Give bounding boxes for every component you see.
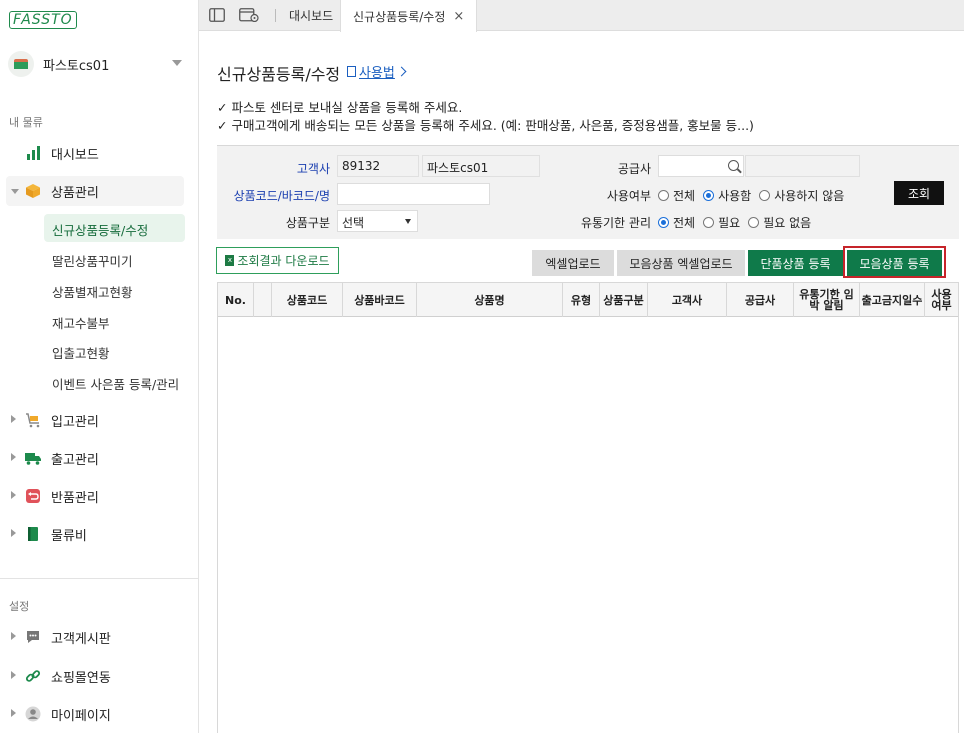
use-radio-unused[interactable]: 사용하지 않음: [759, 187, 844, 204]
chevron-down-icon[interactable]: [172, 60, 182, 66]
supplier-name-field: [745, 155, 860, 177]
link-icon: [25, 670, 41, 682]
bar-chart-icon: [27, 146, 40, 160]
sidebar-item-outbound[interactable]: 출고관리: [0, 443, 198, 473]
store-icon: [8, 51, 34, 77]
account-name: 파스토cs01: [43, 58, 110, 74]
document-icon: [347, 66, 356, 77]
sidebar-item-mall-link[interactable]: 쇼핑몰연동: [0, 661, 198, 691]
supplier-label: 공급사: [617, 162, 651, 176]
chevron-down-icon: [11, 189, 19, 194]
window-settings-icon[interactable]: [239, 8, 259, 22]
sidebar-subitem-linked-product[interactable]: 딸린상품꾸미기: [44, 245, 141, 273]
chevron-right-icon: [11, 529, 16, 537]
expiry-radio-required[interactable]: 필요: [703, 214, 740, 231]
expiry-radio-not-required[interactable]: 필요 없음: [748, 214, 811, 231]
section-label-settings: 설정: [9, 600, 30, 613]
col-product-code[interactable]: 상품코드: [272, 283, 343, 317]
col-ship-ban-days[interactable]: 출고금지일수: [860, 283, 925, 317]
expiry-radio-all[interactable]: 전체: [658, 214, 695, 231]
single-product-register-button[interactable]: 단품상품 등록: [748, 250, 843, 276]
account-selector[interactable]: 파스토cs01: [8, 50, 188, 78]
box-icon: [26, 184, 40, 198]
sidebar-item-board[interactable]: 고객게시판: [0, 622, 198, 652]
chevron-right-icon: [11, 415, 16, 423]
notice-line-1: ✓ 파스토 센터로 보내실 상품을 등록해 주세요.: [217, 100, 463, 115]
customer-label: 고객사: [296, 162, 330, 176]
tab-bar: 대시보드 신규상품등록/수정 ×: [199, 0, 964, 32]
col-select[interactable]: [254, 283, 272, 317]
chevron-right-icon: [11, 453, 16, 461]
customer-code-field: 89132: [337, 155, 419, 177]
bundle-excel-upload-button[interactable]: 모음상품 엑셀업로드: [617, 250, 745, 276]
chevron-right-icon: [11, 671, 16, 679]
chevron-right-icon: [11, 709, 16, 717]
sidebar-item-products[interactable]: 상품관리: [6, 176, 184, 206]
search-icon[interactable]: [728, 160, 739, 171]
notice-line-2: ✓ 구매고객에게 배송되는 모든 상품을 등록해 주세요. (예: 판매상품, …: [217, 118, 754, 133]
product-search-input[interactable]: [337, 183, 490, 205]
sidebar-item-logistics-fee[interactable]: 물류비: [0, 519, 198, 549]
col-barcode[interactable]: 상품바코드: [343, 283, 417, 317]
col-expiry-alert[interactable]: 유통기한 임박 알림: [794, 283, 860, 317]
excel-file-icon: x: [225, 255, 235, 266]
help-link[interactable]: 사용법: [347, 62, 407, 81]
col-use-status[interactable]: 사용 여부: [925, 283, 958, 317]
col-no[interactable]: No.: [218, 283, 254, 317]
truck-icon: [25, 453, 41, 465]
user-icon: [25, 706, 41, 722]
sidebar-subitem-inout-status[interactable]: 입출고현황: [44, 337, 118, 365]
col-type[interactable]: 유형: [563, 283, 600, 317]
sidebar-divider: [0, 578, 198, 579]
product-grid: No. 상품코드 상품바코드 상품명 유형 상품구분 고객사 공급사 유통기한 …: [217, 282, 959, 733]
tab-dashboard[interactable]: 대시보드: [277, 0, 345, 31]
sidebar-item-dashboard[interactable]: 대시보드: [0, 138, 198, 168]
search-button[interactable]: 조회: [894, 181, 944, 205]
sidebar-subitem-stock-status[interactable]: 상품별재고현황: [44, 276, 141, 304]
return-icon: [26, 489, 40, 503]
category-label: 상품구분: [285, 216, 330, 230]
col-category[interactable]: 상품구분: [600, 283, 648, 317]
tab-separator: [275, 9, 276, 22]
expiry-radios: 전체 필요 필요 없음: [658, 214, 819, 231]
bundle-product-register-button[interactable]: 모음상품 등록: [847, 250, 942, 276]
close-icon[interactable]: ×: [453, 9, 464, 24]
grid-header: No. 상품코드 상품바코드 상품명 유형 상품구분 고객사 공급사 유통기한 …: [218, 283, 958, 317]
chevron-down-icon: [405, 219, 411, 224]
expiry-label: 유통기한 관리: [580, 216, 651, 230]
page-title: 신규상품등록/수정: [217, 65, 341, 84]
search-panel: 고객사 89132 파스토cs01 상품코드/바코드/명 상품구분 선택 공급사…: [217, 145, 959, 239]
chevron-right-icon: [396, 66, 407, 77]
section-label-logistics: 내 물류: [9, 116, 43, 129]
sidebar-subitem-stock-ledger[interactable]: 재고수불부: [44, 307, 118, 335]
sidebar-toggle-icon[interactable]: [209, 8, 225, 22]
excel-upload-button[interactable]: 엑셀업로드: [532, 250, 614, 276]
fassto-logo[interactable]: FASSTO: [9, 9, 77, 29]
use-status-label: 사용여부: [606, 189, 651, 203]
col-product-name[interactable]: 상품명: [417, 283, 563, 317]
sidebar-item-returns[interactable]: 반품관리: [0, 481, 198, 511]
sidebar-subitem-event-gift[interactable]: 이벤트 사은품 등록/관리: [44, 368, 187, 396]
chevron-right-icon: [11, 491, 16, 499]
use-status-radios: 전체 사용함 사용하지 않음: [658, 187, 852, 204]
sidebar: FASSTO 파스토cs01 내 물류 대시보드 상품관리 신규상품등록/수정 …: [0, 0, 199, 733]
supplier-input[interactable]: [658, 155, 744, 177]
sidebar-subitem-new-product[interactable]: 신규상품등록/수정: [44, 214, 185, 242]
col-customer[interactable]: 고객사: [648, 283, 727, 317]
customer-name-field: 파스토cs01: [422, 155, 540, 177]
tab-new-product[interactable]: 신규상품등록/수정 ×: [340, 0, 478, 32]
use-radio-all[interactable]: 전체: [658, 187, 695, 204]
cart-icon: [26, 413, 40, 428]
col-supplier[interactable]: 공급사: [727, 283, 794, 317]
chevron-right-icon: [11, 632, 16, 640]
use-radio-used[interactable]: 사용함: [703, 187, 751, 204]
download-results-button[interactable]: x 조회결과 다운로드: [216, 247, 339, 274]
chat-icon: [27, 631, 39, 643]
sidebar-item-mypage[interactable]: 마이페이지: [0, 699, 198, 729]
sidebar-item-inbound[interactable]: 입고관리: [0, 405, 198, 435]
book-icon: [28, 527, 38, 541]
product-search-label: 상품코드/바코드/명: [233, 189, 330, 203]
category-select[interactable]: 선택: [337, 210, 418, 232]
